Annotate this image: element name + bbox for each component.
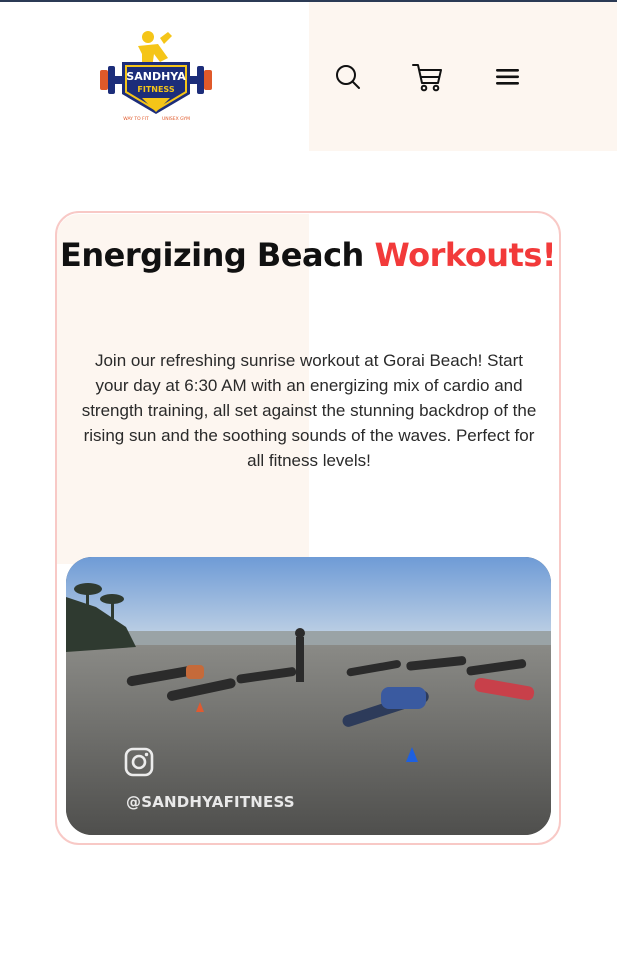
svg-text:UNISEX GYM: UNISEX GYM — [162, 116, 190, 122]
event-description: Join our refreshing sunrise workout at G… — [81, 351, 537, 470]
svg-text:FITNESS: FITNESS — [137, 85, 174, 94]
search-button[interactable] — [331, 60, 365, 94]
instagram-icon — [124, 747, 154, 777]
instagram-handle: @SANDHYAFITNESS — [126, 793, 295, 811]
menu-button[interactable] — [491, 60, 525, 94]
workout-video[interactable]: @SANDHYAFITNESS — [66, 557, 551, 835]
title-main: Energizing Beach — [59, 236, 375, 274]
cart-icon — [412, 64, 442, 92]
cart-button[interactable] — [410, 60, 444, 94]
brand-logo[interactable]: SANDHYA FITNESS WAY TO FIT UNISEX GYM — [98, 28, 214, 124]
svg-text:WAY TO FIT: WAY TO FIT — [123, 116, 149, 122]
event-title: Energizing Beach Workouts! — [55, 236, 561, 274]
title-accent: Workouts! — [374, 236, 557, 274]
hamburger-menu-icon — [496, 69, 519, 85]
svg-text:SANDHYA: SANDHYA — [126, 70, 186, 83]
search-icon — [336, 65, 360, 89]
